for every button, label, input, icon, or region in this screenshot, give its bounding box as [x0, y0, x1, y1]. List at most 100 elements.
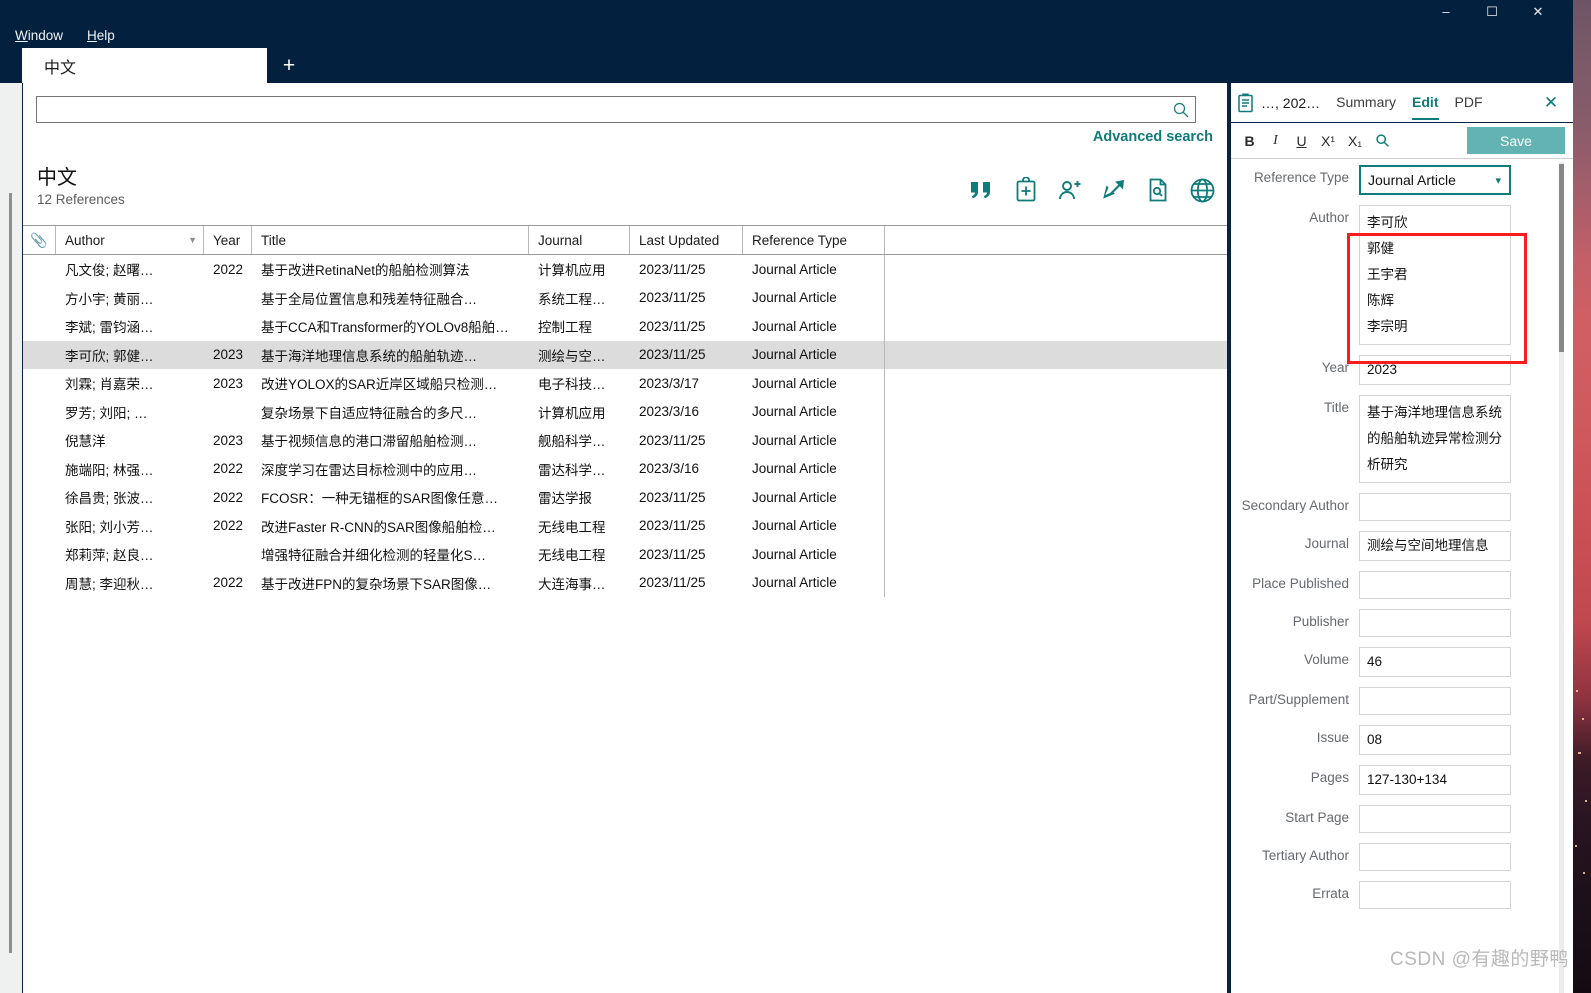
field-label-pages: Pages: [1310, 770, 1349, 785]
field-row-year: Year 2023: [1231, 350, 1573, 390]
cell-author: 李可欣; 郭健…: [65, 348, 154, 364]
cell-author: 倪慧洋: [65, 434, 106, 450]
table-row[interactable]: 李斌; 雷钧涵… 基于CCA和Transformer的YOLOv8船舶… 控制工程 2…: [23, 312, 1227, 341]
row-attachment-cell: [23, 540, 56, 569]
field-input-part-supplement[interactable]: [1359, 687, 1511, 715]
column-header-author[interactable]: Author ▼: [56, 226, 204, 254]
cell-journal: 雷达科学…: [538, 462, 606, 478]
table-row[interactable]: 郑莉萍; 赵良… 增强特征融合并细化检测的轻量化S… 无线电工程 2023/11/25…: [23, 540, 1227, 569]
close-window-button[interactable]: ✕: [1515, 0, 1561, 22]
table-row[interactable]: 罗芳; 刘阳; … 复杂场景下自适应特征融合的多尺… 计算机应用 2023/3/16 J…: [23, 397, 1227, 426]
cell-author: 刘霖; 肖嘉荣…: [65, 377, 154, 393]
advanced-search-link[interactable]: Advanced search: [1093, 129, 1213, 145]
cell-title: 深度学习在雷达目标检测中的应用…: [261, 462, 477, 478]
table-header-row: 📎 Author ▼ Year Title Journal Last Updat…: [23, 225, 1227, 255]
cell-spacer: [885, 483, 1227, 512]
field-label-tertiary-author: Tertiary Author: [1261, 848, 1349, 863]
tab-edit[interactable]: Edit: [1412, 94, 1439, 120]
search-icon[interactable]: [1172, 101, 1190, 119]
field-label-errata: Errata: [1312, 886, 1349, 901]
column-header-last-updated[interactable]: Last Updated: [630, 226, 743, 254]
row-attachment-cell: [23, 512, 56, 541]
table-row[interactable]: 方小宇; 黄丽… 基于全局位置信息和残差特征融合… 系统工程… 2023/11/25 J…: [23, 283, 1227, 313]
field-input-journal[interactable]: 测绘与空间地理信息: [1359, 531, 1511, 561]
field-input-title[interactable]: 基于海洋地理信息系统的船舶轨迹异常检测分析研究: [1359, 395, 1511, 483]
column-header-title[interactable]: Title: [252, 226, 529, 254]
cell-reftype: Journal Article: [743, 568, 885, 597]
new-tab-button[interactable]: +: [272, 48, 306, 83]
cell-updated: 2023/11/25: [639, 432, 706, 448]
cell-spacer: [885, 455, 1227, 484]
reference-type-select[interactable]: Journal Article ▾: [1359, 165, 1511, 195]
menu-item-help[interactable]: Help: [84, 26, 118, 45]
field-label-place-published: Place Published: [1252, 576, 1349, 591]
field-input-errata[interactable]: [1359, 881, 1511, 909]
table-row[interactable]: 施端阳; 林强… 2022 深度学习在雷达目标检测中的应用… 雷达科学… 2023/3/…: [23, 454, 1227, 484]
find-full-text-icon[interactable]: [1143, 175, 1173, 205]
left-sidebar-rail[interactable]: [0, 83, 22, 993]
field-row-start-page: Start Page: [1231, 800, 1573, 838]
column-header-attachment[interactable]: 📎: [23, 226, 56, 254]
subscript-button[interactable]: X₁: [1348, 133, 1362, 149]
cell-journal: 无线电工程: [538, 548, 606, 564]
menu-item-window[interactable]: Window: [12, 26, 66, 45]
bold-button[interactable]: B: [1243, 133, 1256, 149]
search-input[interactable]: [37, 97, 1167, 122]
cell-journal: 计算机应用: [538, 405, 606, 421]
table-row[interactable]: 刘霖; 肖嘉荣… 2023 改进YOLOX的SAR近岸区域船只检测… 电子科技… 202…: [23, 369, 1227, 398]
tab-zhongwen[interactable]: 中文: [22, 48, 267, 83]
scrollbar-thumb[interactable]: [1559, 164, 1564, 352]
sidebar-splitter-handle[interactable]: [9, 193, 12, 953]
cell-year: 2022: [213, 518, 244, 534]
table-row[interactable]: 张阳; 刘小芳… 2022 改进Faster R-CNN的SAR图像船舶检… 无线电工…: [23, 511, 1227, 541]
cell-title: 基于改进FPN的复杂场景下SAR图像…: [261, 576, 492, 592]
desktop-wallpaper: [1573, 0, 1591, 993]
table-row[interactable]: 凡文俊; 赵曙… 2022 基于改进RetinaNet的船舶检测算法 计算机应用 202…: [23, 255, 1227, 284]
column-header-journal[interactable]: Journal: [529, 226, 630, 254]
row-attachment-cell: [23, 255, 56, 284]
table-row[interactable]: 倪慧洋 2023 基于视频信息的港口滞留船舶检测… 舰船科学… 2023/11/25 Jo…: [23, 426, 1227, 455]
field-input-author[interactable]: 李可欣 郭健 王宇君 陈辉 李宗明: [1359, 205, 1511, 345]
field-input-secondary-author[interactable]: [1359, 493, 1511, 521]
insert-citation-icon[interactable]: [967, 175, 997, 205]
cell-title: 改进Faster R-CNN的SAR图像船舶检…: [261, 519, 496, 535]
search-icon[interactable]: [1375, 133, 1390, 148]
tab-pdf[interactable]: PDF: [1455, 94, 1483, 112]
field-input-tertiary-author[interactable]: [1359, 843, 1511, 871]
detail-panel-scrollbar[interactable]: [1559, 162, 1564, 993]
cell-updated: 2023/11/25: [639, 347, 706, 363]
table-row[interactable]: 徐昌贵; 张波… 2022 FCOSR：一种无锚框的SAR图像任意… 雷达学报 2023…: [23, 483, 1227, 512]
save-button[interactable]: Save: [1467, 127, 1565, 154]
search-box[interactable]: [36, 96, 1196, 123]
field-input-year[interactable]: 2023: [1359, 355, 1511, 385]
plus-icon: +: [282, 53, 296, 77]
field-input-start-page[interactable]: [1359, 805, 1511, 833]
column-header-reference-type[interactable]: Reference Type: [743, 226, 885, 254]
field-input-publisher[interactable]: [1359, 609, 1511, 637]
field-control-volume: 46: [1359, 647, 1511, 677]
wallpaper-light: [1585, 800, 1587, 802]
cell-year: [204, 284, 252, 313]
table-row[interactable]: 李可欣; 郭健… 2023 基于海洋地理信息系统的船舶轨迹… 测绘与空… 2023/11…: [23, 340, 1227, 369]
superscript-button[interactable]: X¹: [1321, 133, 1335, 149]
field-input-pages[interactable]: 127-130+134: [1359, 765, 1511, 795]
close-panel-icon[interactable]: ✕: [1541, 93, 1561, 113]
tab-summary[interactable]: Summary: [1336, 94, 1396, 112]
italic-button[interactable]: I: [1269, 133, 1282, 149]
field-row-volume: Volume 46: [1231, 642, 1573, 682]
cell-reftype: Journal Article: [743, 255, 885, 284]
underline-button[interactable]: U: [1295, 133, 1308, 149]
minimize-button[interactable]: –: [1423, 0, 1469, 22]
maximize-button[interactable]: ☐: [1469, 0, 1515, 22]
field-input-issue[interactable]: 08: [1359, 725, 1511, 755]
field-input-place-published[interactable]: [1359, 571, 1511, 599]
export-icon[interactable]: [1099, 175, 1129, 205]
column-header-year[interactable]: Year: [204, 226, 252, 254]
field-input-volume[interactable]: 46: [1359, 647, 1511, 677]
cell-year: 2022: [213, 489, 244, 505]
open-url-icon[interactable]: [1187, 175, 1217, 205]
copy-to-clipboard-icon[interactable]: [1011, 175, 1041, 205]
menu-window-rest: indow: [27, 27, 64, 43]
add-author-icon[interactable]: [1055, 175, 1085, 205]
table-row[interactable]: 周慧; 李迎秋… 2022 基于改进FPN的复杂场景下SAR图像… 大连海事… 2023…: [23, 568, 1227, 597]
